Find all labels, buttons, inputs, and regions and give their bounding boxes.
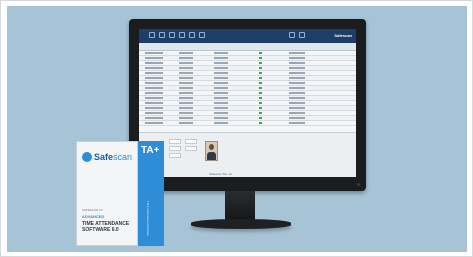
- app-toolbar: [139, 43, 356, 51]
- filter-icon[interactable]: [289, 32, 295, 38]
- status-bar: Safescan TA+ v6: [209, 172, 232, 176]
- settings-icon[interactable]: [199, 32, 205, 38]
- table-row[interactable]: [139, 121, 356, 126]
- monitor-stand-neck: [225, 191, 255, 221]
- box-side-text: Time Attendance Software: [146, 201, 150, 237]
- product-image-frame: Safescan Safescan TA+ v6 Safescan SAFESC…: [0, 0, 473, 257]
- detail-field[interactable]: [185, 146, 197, 151]
- ta-plus-badge: TA+: [141, 145, 160, 156]
- attendance-grid[interactable]: [139, 51, 356, 131]
- detail-field[interactable]: [169, 146, 181, 151]
- home-icon[interactable]: [149, 32, 155, 38]
- detail-field[interactable]: [169, 153, 181, 158]
- safescan-logo-icon: [82, 152, 92, 162]
- box-logo: Safescan: [94, 152, 133, 162]
- calendar-icon[interactable]: [169, 32, 175, 38]
- box-small-label: SAFESCAN TA: [82, 208, 103, 212]
- box-side: [138, 141, 164, 246]
- clock-icon[interactable]: [179, 32, 185, 38]
- employee-photo: [205, 141, 218, 161]
- box-title-line1: ADVANCED: [82, 214, 105, 219]
- box-front: Safescan SAFESCAN TA ADVANCED TIME ATTEN…: [76, 141, 138, 246]
- app-brand: Safescan: [334, 33, 352, 38]
- employee-detail-panel: Safescan TA+ v6: [139, 132, 356, 177]
- monitor-stand-base: [191, 219, 291, 229]
- monitor: Safescan Safescan TA+ v6: [129, 19, 366, 191]
- users-icon[interactable]: [159, 32, 165, 38]
- detail-field[interactable]: [169, 139, 181, 144]
- software-box: Safescan SAFESCAN TA ADVANCED TIME ATTEN…: [76, 141, 164, 246]
- power-button-icon: [357, 183, 360, 186]
- box-title-line2: TIME ATTENDANCE SOFTWARE 6.0: [82, 221, 130, 233]
- app-screen: Safescan Safescan TA+ v6: [139, 29, 356, 177]
- export-icon[interactable]: [299, 32, 305, 38]
- detail-field[interactable]: [185, 139, 197, 144]
- report-icon[interactable]: [189, 32, 195, 38]
- app-header: Safescan: [139, 29, 356, 43]
